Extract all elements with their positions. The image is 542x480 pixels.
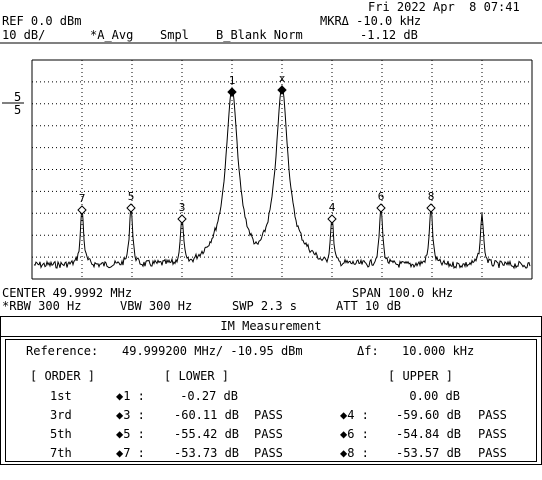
im-lower-value: -0.27 dB [180, 389, 238, 403]
im-lower-value: -60.11 dB [174, 408, 240, 422]
im-upper-status: PASS [478, 427, 507, 441]
marker-label: 3 [179, 201, 186, 214]
im-upper-value: 0.00 dB [409, 389, 460, 403]
im-upper-value: -54.84 dB [396, 427, 462, 441]
marker-label: 8 [428, 190, 435, 203]
sweep-time: SWP 2.3 s [232, 299, 298, 313]
marker-diamond-icon [227, 87, 237, 97]
im-lower-marker: ◆1 : [116, 389, 145, 403]
delta-f-label: Δf: [357, 344, 379, 358]
marker-diamond-icon [327, 214, 337, 224]
im-upper-marker: ◆8 : [340, 446, 369, 460]
rbw: *RBW 300 Hz [2, 299, 82, 313]
order-header: [ ORDER ] [30, 369, 96, 383]
im-lower-status: PASS [254, 446, 283, 460]
im-order: 5th [50, 427, 72, 441]
attenuation: ATT 10 dB [336, 299, 402, 313]
marker-diamond-icon [426, 203, 436, 213]
marker-diamond-icon [177, 214, 187, 224]
upper-header: [ UPPER ] [388, 369, 454, 383]
im-lower-marker: ◆5 : [116, 427, 145, 441]
im-title: IM Measurement [220, 319, 322, 333]
lower-header: [ LOWER ] [164, 369, 230, 383]
spectrum-display[interactable]: 1 x 3 4 5 6 7 8 [0, 0, 542, 290]
im-order: 7th [50, 446, 72, 460]
im-upper-status: PASS [478, 446, 507, 460]
marker-label: x [279, 72, 286, 85]
im-lower-value: -53.73 dB [174, 446, 240, 460]
marker-label: 1 [229, 74, 236, 87]
im-upper-marker: ◆4 : [340, 408, 369, 422]
marker-diamond-icon [126, 203, 136, 213]
im-lower-marker: ◆7 : [116, 446, 145, 460]
delta-f-value: 10.000 kHz [402, 344, 475, 358]
im-upper-marker: ◆6 : [340, 427, 369, 441]
im-order: 3rd [50, 408, 72, 422]
marker-label: 6 [378, 190, 385, 203]
im-upper-value: -59.60 dB [396, 408, 462, 422]
im-lower-marker: ◆3 : [116, 408, 145, 422]
marker-diamond-icon [376, 203, 386, 213]
marker-label: 4 [329, 201, 336, 214]
im-upper-status: PASS [478, 408, 507, 422]
im-order: 1st [50, 389, 72, 403]
marker-diamond-icon [277, 85, 287, 95]
marker-label: 7 [79, 192, 86, 205]
im-lower-status: PASS [254, 408, 283, 422]
im-upper-value: -53.57 dB [396, 446, 462, 460]
vbw: VBW 300 Hz [120, 299, 193, 313]
im-lower-status: PASS [254, 427, 283, 441]
reference-label: Reference: [26, 344, 99, 358]
marker-label: 5 [128, 190, 135, 203]
reference-value: 49.999200 MHz/ -10.95 dBm [122, 344, 303, 358]
im-lower-value: -55.42 dB [174, 427, 240, 441]
im-title-divider [0, 336, 542, 337]
